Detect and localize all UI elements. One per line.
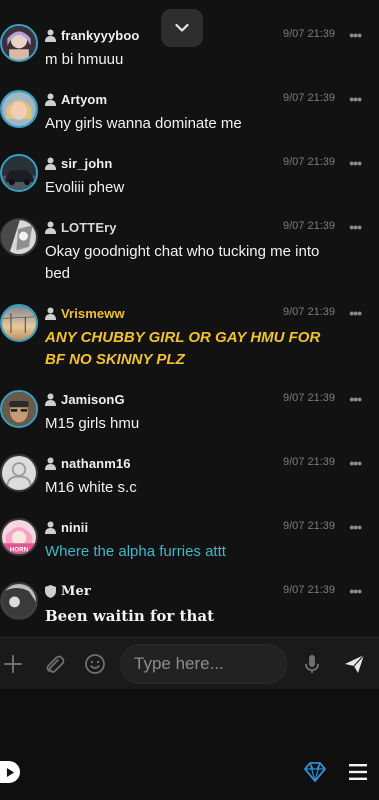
emoji-button[interactable]: [82, 651, 108, 677]
avatar-caption: HORN: [10, 546, 29, 553]
user-icon: [45, 393, 56, 406]
username[interactable]: sir_john: [61, 156, 112, 171]
more-options-icon[interactable]: •••: [349, 28, 362, 42]
username[interactable]: nathanm16: [61, 456, 131, 471]
diamond-icon[interactable]: [304, 762, 326, 782]
more-options-icon[interactable]: •••: [349, 92, 362, 106]
user-avatar[interactable]: [0, 390, 38, 428]
more-options-icon[interactable]: •••: [349, 306, 362, 320]
timestamp: 9/07 21:39: [283, 92, 335, 104]
chat-message: nathanm16 9/07 21:39 ••• M16 white s.c: [0, 452, 379, 508]
message-text: Been waitin for that: [45, 607, 215, 625]
user-avatar[interactable]: [0, 582, 38, 620]
plus-button[interactable]: [0, 651, 26, 677]
chat-feed[interactable]: frankyyyboo 9/07 21:39 ••• m bi hmuuu Ar…: [0, 0, 379, 637]
username[interactable]: JamisonG: [61, 392, 125, 407]
timestamp: 9/07 21:39: [283, 220, 335, 232]
message-text: M15 girls hmu: [45, 415, 140, 432]
more-options-icon[interactable]: •••: [349, 392, 362, 406]
chevron-down-icon: [175, 23, 189, 32]
send-button[interactable]: [341, 651, 367, 677]
microphone-icon: [305, 655, 319, 673]
message-header: frankyyyboo: [45, 26, 139, 44]
more-options-icon[interactable]: •••: [349, 220, 362, 234]
chat-message: LOTTEry 9/07 21:39 ••• Okay goodnight ch…: [0, 216, 379, 292]
message-header: JamisonG: [45, 390, 125, 408]
emoji-icon: [85, 654, 105, 674]
scroll-down-button[interactable]: [161, 9, 203, 47]
message-composer: [0, 637, 379, 689]
chat-message: sir_john 9/07 21:39 ••• Evoliii phew: [0, 152, 379, 208]
play-button[interactable]: [0, 761, 20, 783]
message-text: Where the alpha furries attt: [45, 543, 226, 560]
user-icon: [45, 93, 56, 106]
username[interactable]: Artyom: [61, 92, 107, 107]
timestamp: 9/07 21:39: [283, 306, 335, 318]
user-avatar[interactable]: [0, 154, 38, 192]
message-text: ANY CHUBBY GIRL OR GAY HMU FOR BF NO SKI…: [45, 329, 321, 368]
user-icon: [45, 221, 56, 234]
message-input-wrapper: [120, 644, 287, 684]
chat-message: Vrismeww 9/07 21:39 ••• ANY CHUBBY GIRL …: [0, 302, 379, 378]
timestamp: 9/07 21:39: [283, 520, 335, 532]
message-text: Okay goodnight chat who tucking me into …: [45, 243, 320, 282]
plus-icon: [4, 655, 22, 673]
user-icon: [45, 307, 56, 320]
message-header: Mer: [45, 582, 91, 600]
user-icon: [45, 157, 56, 170]
message-text: M16 white s.c: [45, 479, 137, 496]
shield-icon: [45, 584, 56, 598]
message-header: nathanm16: [45, 454, 131, 472]
timestamp: 9/07 21:39: [283, 156, 335, 168]
chat-message: Mer 9/07 21:39 ••• Been waitin for that: [0, 580, 379, 636]
timestamp: 9/07 21:39: [283, 28, 335, 40]
message-text: Any girls wanna dominate me: [45, 115, 242, 132]
user-icon: [45, 29, 56, 42]
timestamp: 9/07 21:39: [283, 456, 335, 468]
username[interactable]: ninii: [61, 520, 88, 535]
message-input[interactable]: [121, 645, 286, 683]
more-options-icon[interactable]: •••: [349, 520, 362, 534]
username[interactable]: Mer: [61, 584, 91, 599]
more-options-icon[interactable]: •••: [349, 584, 362, 598]
user-avatar[interactable]: [0, 454, 38, 492]
more-options-icon[interactable]: •••: [349, 156, 362, 170]
user-avatar[interactable]: [0, 218, 38, 256]
message-header: ninii: [45, 518, 88, 536]
message-text: m bi hmuuu: [45, 51, 124, 68]
chat-message: Artyom 9/07 21:39 ••• Any girls wanna do…: [0, 88, 379, 144]
bottom-navigation: [0, 689, 379, 800]
user-avatar[interactable]: [0, 90, 38, 128]
attach-button[interactable]: [41, 651, 67, 677]
username[interactable]: Vrismeww: [61, 306, 125, 321]
message-header: Vrismeww: [45, 304, 125, 322]
message-text: Evoliii phew: [45, 179, 125, 196]
user-icon: [45, 521, 56, 534]
username[interactable]: LOTTEry: [61, 220, 117, 235]
message-header: sir_john: [45, 154, 112, 172]
chat-message: JamisonG 9/07 21:39 ••• M15 girls hmu: [0, 388, 379, 444]
message-header: Artyom: [45, 90, 107, 108]
timestamp: 9/07 21:39: [283, 584, 335, 596]
play-icon: [6, 767, 14, 777]
menu-icon[interactable]: [348, 763, 368, 781]
user-avatar[interactable]: HORN: [0, 518, 38, 556]
user-avatar[interactable]: [0, 304, 38, 342]
user-avatar[interactable]: [0, 24, 38, 62]
username[interactable]: frankyyyboo: [61, 28, 139, 43]
user-icon: [45, 457, 56, 470]
microphone-button[interactable]: [299, 651, 325, 677]
send-icon: [345, 654, 365, 673]
timestamp: 9/07 21:39: [283, 392, 335, 404]
chat-message: HORN ninii 9/07 21:39 ••• Where the alph…: [0, 516, 379, 572]
paperclip-icon: [46, 655, 65, 673]
more-options-icon[interactable]: •••: [349, 456, 362, 470]
message-header: LOTTEry: [45, 218, 117, 236]
